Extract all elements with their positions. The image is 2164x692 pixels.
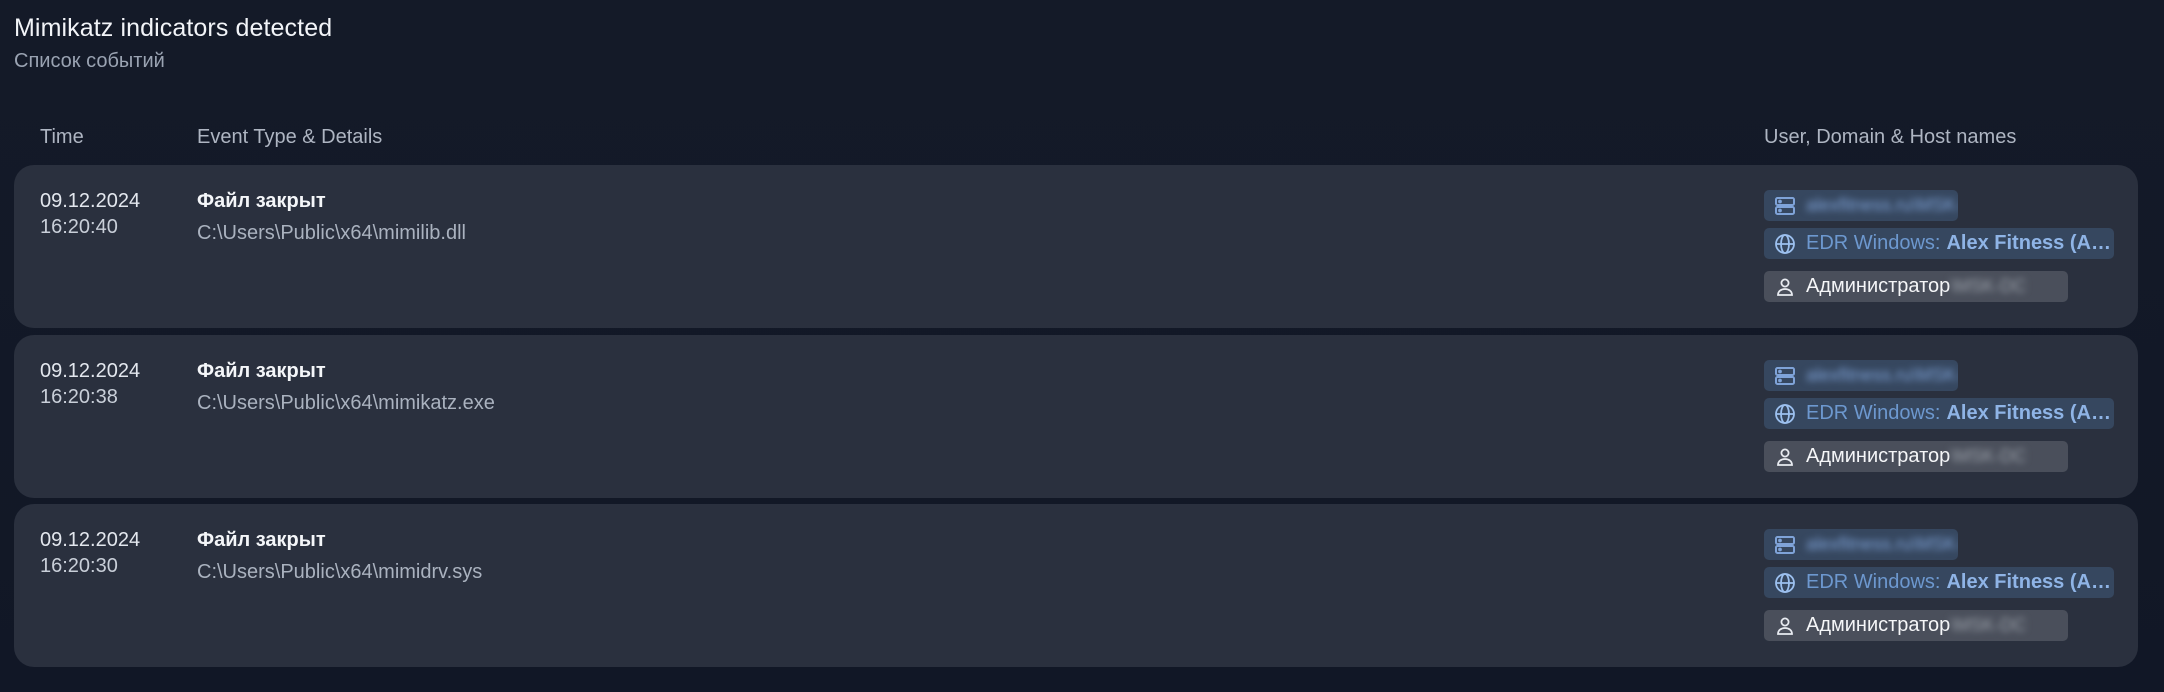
- page-title: Mimikatz indicators detected: [14, 14, 333, 42]
- event-row[interactable]: 09.12.2024 16:20:38 Файл закрыт C:\Users…: [14, 335, 2138, 498]
- page-subtitle: Список событий: [14, 50, 165, 72]
- domain-source: EDR Windows:: [1806, 232, 1941, 254]
- user-icon: [1777, 617, 1793, 635]
- user-chip[interactable]: Администратор \MSK-DC: [1764, 441, 2068, 472]
- domain-name: Alex Fitness (A…: [1946, 402, 2111, 424]
- event-type: Файл закрыт: [197, 529, 326, 551]
- event-time: 16:20:38: [40, 386, 118, 408]
- user-host: \MSK-DC: [1950, 615, 2027, 635]
- event-date: 09.12.2024: [40, 360, 141, 382]
- event-row[interactable]: 09.12.2024 16:20:40 Файл закрыт C:\Users…: [14, 165, 2138, 328]
- globe-icon: [1775, 403, 1795, 424]
- event-path: C:\Users\Public\x64\mimilib.dll: [197, 222, 466, 244]
- domain-name: Alex Fitness (A…: [1946, 232, 2111, 254]
- server-icon: [1775, 196, 1795, 215]
- user-chip[interactable]: Администратор \MSK-DC: [1764, 271, 2068, 302]
- user-name: Администратор: [1806, 275, 1951, 297]
- domain-chip[interactable]: EDR Windows: Alex Fitness (A…: [1764, 228, 2114, 259]
- host-chip[interactable]: alexfitness.ru\MSK-DC: [1764, 190, 1958, 221]
- user-chip[interactable]: Администратор \MSK-DC: [1764, 610, 2068, 641]
- domain-source: EDR Windows:: [1806, 402, 1941, 424]
- event-type: Файл закрыт: [197, 190, 326, 212]
- user-name: Администратор: [1806, 614, 1951, 636]
- user-name: Администратор: [1806, 445, 1951, 467]
- event-type: Файл закрыт: [197, 360, 326, 382]
- domain-source: EDR Windows:: [1806, 571, 1941, 593]
- column-header-details[interactable]: Event Type & Details: [197, 126, 382, 149]
- events-panel: Mimikatz indicators detected Список собы…: [0, 0, 2164, 692]
- column-header-time[interactable]: Time: [40, 126, 84, 149]
- globe-icon: [1775, 233, 1795, 254]
- domain-chip[interactable]: EDR Windows: Alex Fitness (A…: [1764, 398, 2114, 429]
- event-path: C:\Users\Public\x64\mimidrv.sys: [197, 561, 483, 583]
- domain-chip[interactable]: EDR Windows: Alex Fitness (A…: [1764, 567, 2114, 598]
- host-chip[interactable]: alexfitness.ru\MSK-DC: [1764, 360, 1958, 391]
- user-host: \MSK-DC: [1950, 276, 2027, 296]
- column-header-user[interactable]: User, Domain & Host names: [1764, 126, 2016, 149]
- event-date: 09.12.2024: [40, 529, 141, 551]
- server-icon: [1775, 535, 1795, 554]
- event-time: 16:20:30: [40, 555, 118, 577]
- user-icon: [1777, 278, 1793, 296]
- event-row[interactable]: 09.12.2024 16:20:30 Файл закрыт C:\Users…: [14, 504, 2138, 667]
- user-host: \MSK-DC: [1950, 446, 2027, 466]
- server-icon: [1775, 366, 1795, 385]
- host-name: alexfitness.ru\MSK-DC: [1806, 195, 1958, 215]
- event-time: 16:20:40: [40, 216, 118, 238]
- globe-icon: [1775, 572, 1795, 593]
- host-name: alexfitness.ru\MSK-DC: [1806, 534, 1958, 554]
- domain-name: Alex Fitness (A…: [1946, 571, 2111, 593]
- event-date: 09.12.2024: [40, 190, 141, 212]
- event-path: C:\Users\Public\x64\mimikatz.exe: [197, 392, 495, 414]
- host-name: alexfitness.ru\MSK-DC: [1806, 365, 1958, 385]
- user-icon: [1777, 448, 1793, 466]
- host-chip[interactable]: alexfitness.ru\MSK-DC: [1764, 529, 1958, 560]
